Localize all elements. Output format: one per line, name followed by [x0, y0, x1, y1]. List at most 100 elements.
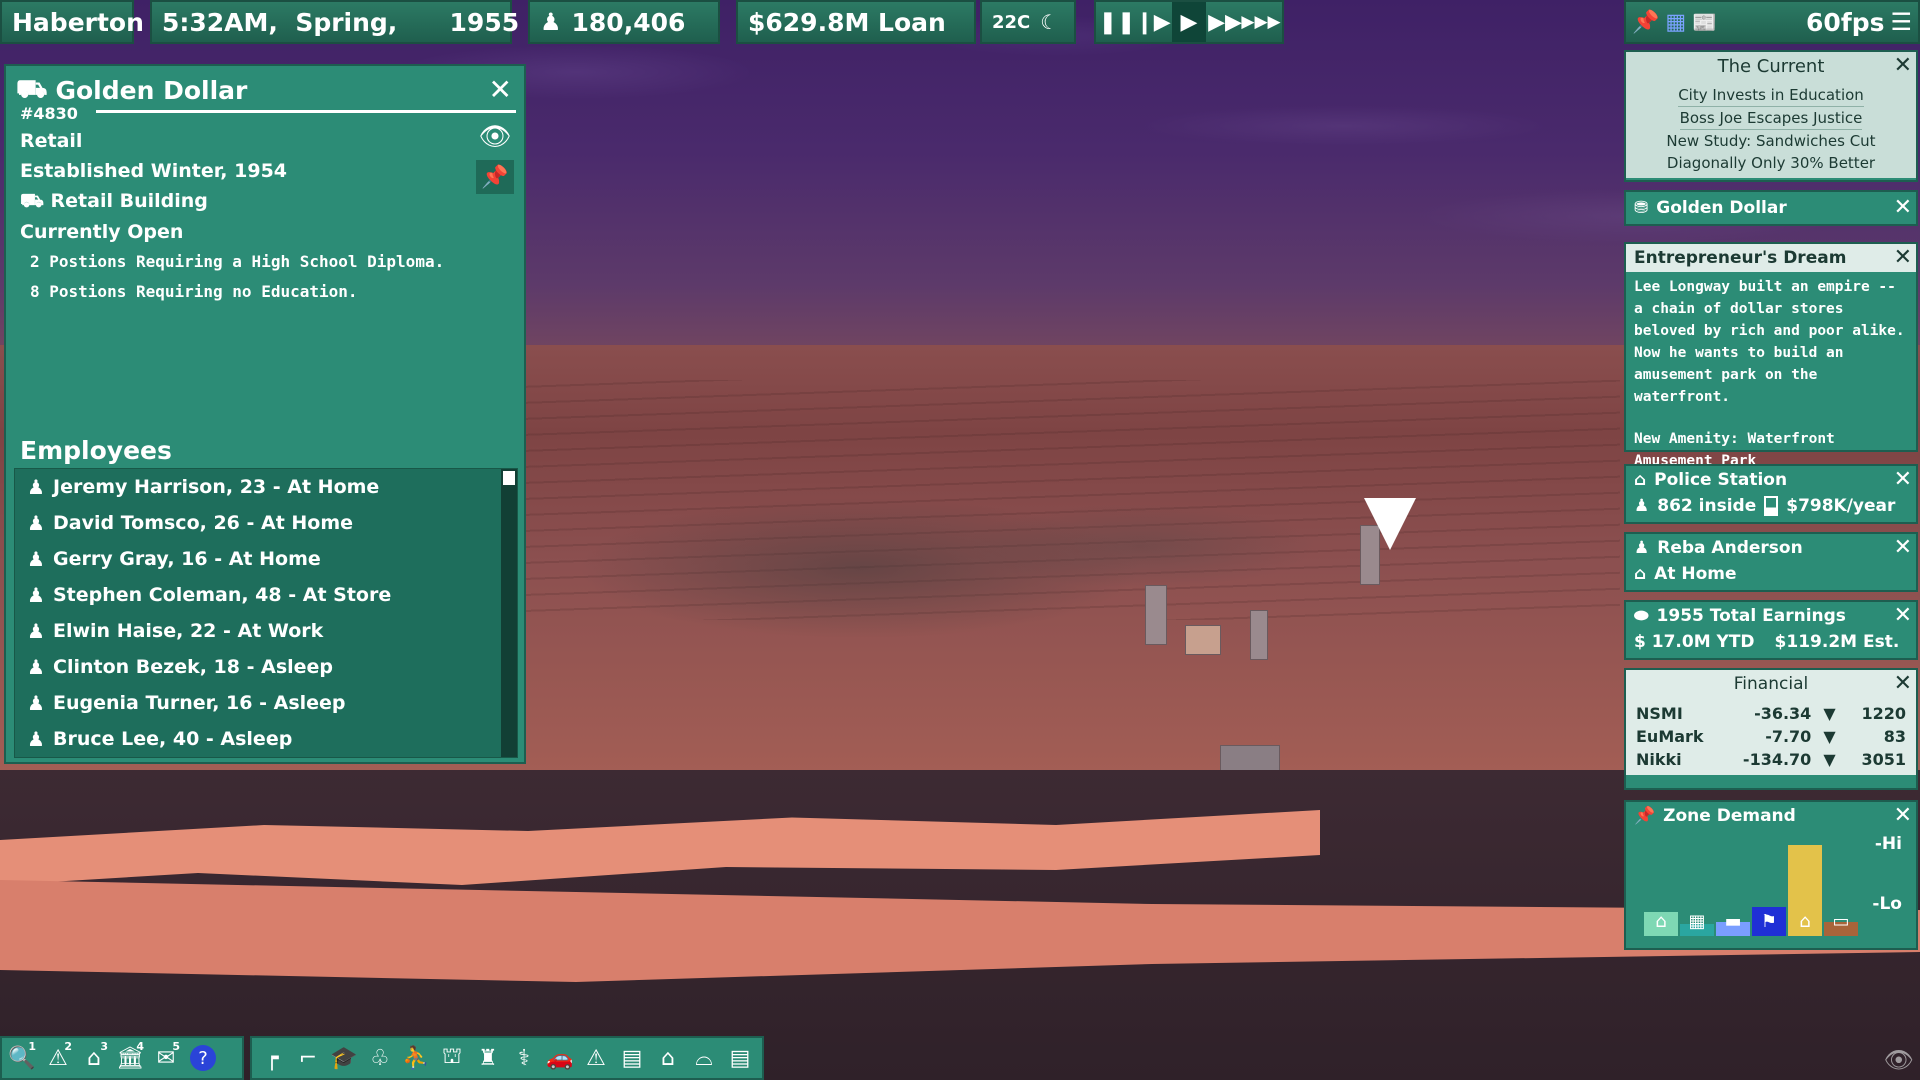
population-box[interactable]: ♟ 180,406	[528, 0, 720, 44]
close-icon[interactable]: ✕	[1894, 195, 1912, 220]
person-panel[interactable]: ♟ Reba Anderson ✕ ⌂ At Home	[1624, 532, 1918, 592]
close-icon[interactable]: ✕	[1894, 467, 1912, 492]
road-icon[interactable]: ⚠ 2	[42, 1040, 74, 1076]
person-icon: ♟	[27, 511, 45, 535]
pin-icon[interactable]: 📌	[1632, 10, 1659, 35]
query-icon[interactable]: 🔍 1	[6, 1040, 38, 1076]
play-icon[interactable]: ▶	[1172, 2, 1206, 42]
pin-icon[interactable]: 📌	[476, 160, 514, 194]
bridge-icon[interactable]: ⌓	[688, 1040, 720, 1076]
list-item[interactable]: ♟ Jeremy Harrison, 23 - At Home	[15, 469, 517, 505]
weather-box[interactable]: 22C ☾	[980, 0, 1076, 44]
amenity-icon[interactable]: 🏛 4	[114, 1040, 146, 1076]
scrollbar[interactable]	[501, 469, 517, 757]
employee-label: Bruce Lee, 40 - Asleep	[53, 728, 293, 750]
story-title: Entrepreneur's Dream	[1634, 248, 1847, 268]
zone-house-icon[interactable]: ⌂ 3	[78, 1040, 110, 1076]
building	[1185, 625, 1221, 655]
transit-icon[interactable]: ▤	[616, 1040, 648, 1076]
close-icon[interactable]: ✕	[1894, 803, 1912, 828]
road-build-icon[interactable]: ┍	[256, 1040, 288, 1076]
table-row: EuMark -7.70 ▼ 83	[1630, 725, 1912, 748]
zone-industrial-high-icon: ▭	[1832, 911, 1850, 932]
close-icon[interactable]: ✕	[1894, 53, 1912, 78]
grid-icon[interactable]: ▦	[1665, 10, 1686, 35]
news-icon[interactable]: ▤	[724, 1040, 756, 1076]
list-item[interactable]: ♟ David Tomsco, 26 - At Home	[15, 505, 517, 541]
eye-icon[interactable]: 👁	[1884, 1046, 1914, 1074]
top-right-box: 📌 ▦ 📰 60fps ☰	[1624, 0, 1920, 44]
park-icon[interactable]: ♧	[364, 1040, 396, 1076]
down-arrow-icon: ▼	[1823, 704, 1836, 723]
budget-icon[interactable]: ✉ 5	[150, 1040, 182, 1076]
zone-demand-chart[interactable]: -Hi -Lo ⌂ ▦ ▬ ⚑ ⌂ ▭	[1626, 830, 1916, 942]
education-icon[interactable]: 🎓	[328, 1040, 360, 1076]
speed-controls: ❚❚ ❙▶ ▶ ▶▶ ▶▶▶	[1094, 0, 1284, 44]
fastest-forward-icon[interactable]: ▶▶▶	[1241, 2, 1280, 42]
government-icon[interactable]: ⛫	[436, 1040, 468, 1076]
newspaper-icon[interactable]: 📰	[1692, 10, 1717, 34]
panel-header: ⌂ Police Station ✕	[1626, 466, 1916, 494]
title-underline	[96, 110, 516, 113]
table-row: NSMI -36.34 ▼ 1220	[1630, 702, 1912, 725]
street-icon[interactable]: ⌐	[292, 1040, 324, 1076]
budget: $629.8M Loan	[748, 7, 946, 37]
index-value: 83	[1883, 727, 1906, 746]
list-item[interactable]: ♟ Eugenia Turner, 16 - Asleep	[15, 685, 517, 721]
newspaper-title[interactable]: The Current ✕	[1626, 52, 1916, 80]
headlines[interactable]: City Invests in Education Boss Joe Escap…	[1626, 80, 1916, 178]
city-name-box[interactable]: Haberton	[0, 0, 144, 44]
menu-icon[interactable]: ☰	[1890, 8, 1912, 36]
hazard-icon[interactable]: ⚠	[580, 1040, 612, 1076]
home-icon[interactable]: ⌂	[652, 1040, 684, 1076]
pause-icon[interactable]: ❚❚	[1099, 2, 1136, 42]
police-panel[interactable]: ⌂ Police Station ✕ ♟ 862 inside $798K/ye…	[1624, 464, 1918, 524]
employee-label: David Tomsco, 26 - At Home	[53, 512, 354, 534]
eye-icon[interactable]: 👁	[476, 120, 514, 154]
index-change: -7.70	[1765, 727, 1812, 746]
employee-label: Eugenia Turner, 16 - Asleep	[53, 692, 346, 714]
earnings-panel[interactable]: ⬬ 1955 Total Earnings ✕ $ 17.0M YTD $119…	[1624, 600, 1918, 660]
building-name[interactable]: Golden Dollar	[55, 76, 247, 105]
list-item[interactable]: ♟ Clinton Bezek, 18 - Asleep	[15, 649, 517, 685]
close-icon[interactable]: ✕	[489, 76, 512, 104]
list-item[interactable]: ♟ Bruce Lee, 40 - Asleep	[15, 721, 517, 757]
person-icon: ♟	[27, 583, 45, 607]
police-building-icon: ⌂	[1634, 470, 1647, 490]
close-icon[interactable]: ✕	[1894, 535, 1912, 560]
index-change: -36.34	[1754, 704, 1812, 723]
close-icon[interactable]: ✕	[1894, 603, 1912, 628]
headline: City Invests in Education	[1634, 84, 1908, 107]
list-item[interactable]: ♟ Stephen Coleman, 48 - At Store	[15, 577, 517, 613]
newspaper-panel: The Current ✕ City Invests in Education …	[1624, 50, 1918, 182]
scrollbar-thumb[interactable]	[503, 471, 515, 485]
financial-table[interactable]: NSMI -36.34 ▼ 1220 EuMark -7.70 ▼ 83 Nik…	[1626, 698, 1916, 775]
list-item[interactable]: ♟ Gerry Gray, 16 - At Home	[15, 541, 517, 577]
fps-readout: 60fps	[1806, 7, 1885, 37]
budget-box[interactable]: $629.8M Loan	[736, 0, 976, 44]
building-kind[interactable]: ⛟ Retail Building	[20, 190, 208, 215]
list-item[interactable]: ♟ Elwin Haise, 22 - At Work	[15, 613, 517, 649]
close-icon[interactable]: ✕	[1894, 671, 1912, 696]
inside-count: 862 inside	[1657, 496, 1757, 516]
recreation-icon[interactable]: ⛹	[400, 1040, 432, 1076]
story-text: Lee Longway built an empire -- a chain o…	[1634, 279, 1905, 405]
building	[1250, 610, 1268, 660]
building-detail-panel: ⛟ Golden Dollar ✕ #4830 Retail 👁 Establi…	[4, 64, 526, 764]
story-body: Lee Longway built an empire -- a chain o…	[1626, 272, 1916, 476]
police-icon[interactable]: ♜	[472, 1040, 504, 1076]
moon-icon: ☾	[1040, 10, 1059, 34]
employees-list[interactable]: ♟ Jeremy Harrison, 23 - At Home ♟ David To…	[14, 468, 518, 758]
fast-forward-icon[interactable]: ▶▶	[1208, 2, 1242, 42]
health-icon[interactable]: ⚕	[508, 1040, 540, 1076]
position-requirement: 2 Postions Requiring a High School Diplo…	[30, 252, 445, 271]
help-icon[interactable]: ?	[190, 1045, 216, 1071]
golden-dollar-panel[interactable]: ⛃ Golden Dollar ✕	[1624, 190, 1918, 226]
zone-retail-high-icon: ⚑	[1760, 911, 1778, 932]
pin-icon[interactable]: 📌	[1634, 806, 1655, 826]
step-icon[interactable]: ❙▶	[1135, 2, 1170, 42]
vehicle-icon[interactable]: 🚗	[544, 1040, 576, 1076]
close-icon[interactable]: ✕	[1894, 245, 1912, 270]
panel-header: Entrepreneur's Dream ✕	[1626, 244, 1916, 272]
datetime-box[interactable]: 5:32AM, Spring, 1955	[150, 0, 519, 44]
